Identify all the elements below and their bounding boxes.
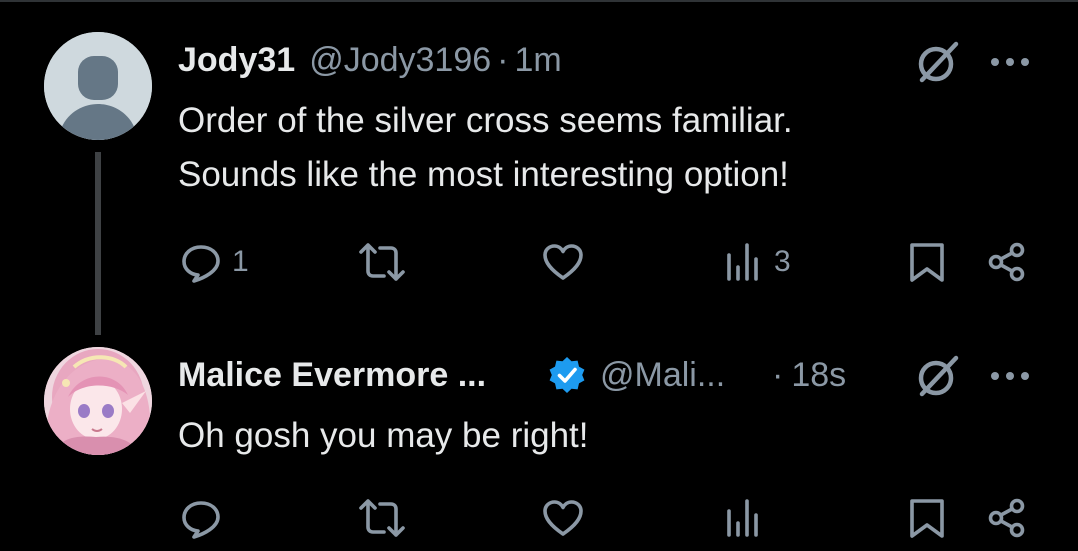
heart-icon [543, 500, 583, 536]
display-name[interactable]: Malice Evermore ... [178, 355, 548, 395]
tweet-text-line: Oh gosh you may be right! [178, 416, 589, 455]
action-bar: 1 3 [0, 240, 1078, 284]
grok-button[interactable] [912, 350, 964, 402]
tweet-header: Jody31 @Jody3196 · 1m [178, 40, 562, 80]
retweet-button[interactable] [358, 496, 406, 540]
more-options-button[interactable] [988, 366, 1032, 386]
reply-icon [182, 245, 220, 283]
share-button[interactable] [986, 240, 1028, 284]
analytics-icon [727, 499, 758, 537]
like-button[interactable] [542, 496, 584, 540]
default-avatar-icon [44, 32, 152, 140]
retweet-icon [359, 499, 405, 537]
avatar[interactable] [44, 32, 152, 140]
tweet[interactable]: Jody31 @Jody3196 · 1m Order of the silve… [0, 0, 1078, 335]
display-name[interactable]: Jody31 [178, 40, 295, 80]
grok-icon [918, 355, 959, 397]
anime-character-avatar [44, 347, 152, 455]
share-button[interactable] [986, 496, 1028, 540]
share-icon [988, 498, 1025, 538]
tweet-text: Oh gosh you may be right! [178, 409, 1038, 463]
timestamp[interactable]: 1m [515, 40, 562, 80]
avatar[interactable] [44, 347, 152, 455]
reply-button[interactable]: 1 [180, 240, 249, 284]
bookmark-icon [910, 499, 944, 538]
grok-icon [918, 41, 959, 83]
like-button[interactable] [542, 240, 584, 284]
views-count: 3 [774, 245, 791, 278]
more-horizontal-icon [991, 372, 1029, 380]
verified-badge-icon[interactable] [548, 356, 586, 394]
user-handle[interactable]: @Mali... [600, 355, 772, 395]
action-bar [0, 496, 1078, 540]
timestamp[interactable]: 18s [791, 355, 846, 395]
reply-count: 1 [232, 245, 249, 278]
reply-button[interactable] [180, 496, 222, 540]
separator-dot: · [772, 356, 784, 394]
share-icon [988, 242, 1025, 282]
bookmark-icon [910, 243, 944, 282]
tweet-text-line: Sounds like the most interesting option! [178, 155, 789, 194]
more-horizontal-icon [991, 58, 1029, 66]
separator-dot: · [497, 41, 509, 79]
retweet-button[interactable] [358, 240, 406, 284]
heart-icon [543, 244, 583, 280]
user-handle[interactable]: @Jody3196 [309, 40, 491, 80]
views-button[interactable]: 3 [722, 240, 791, 284]
bookmark-button[interactable] [906, 240, 948, 284]
more-options-button[interactable] [988, 52, 1032, 72]
bookmark-button[interactable] [906, 496, 948, 540]
reply-icon [182, 501, 220, 539]
tweet-text-line: Order of the silver cross seems familiar… [178, 101, 793, 140]
analytics-icon [727, 243, 758, 281]
tweet-header: Malice Evermore ... @Mali... · 18s [178, 355, 846, 395]
grok-button[interactable] [912, 36, 964, 88]
tweet-text: Order of the silver cross seems familiar… [178, 94, 1038, 202]
retweet-icon [359, 243, 405, 281]
views-button[interactable] [722, 496, 764, 540]
